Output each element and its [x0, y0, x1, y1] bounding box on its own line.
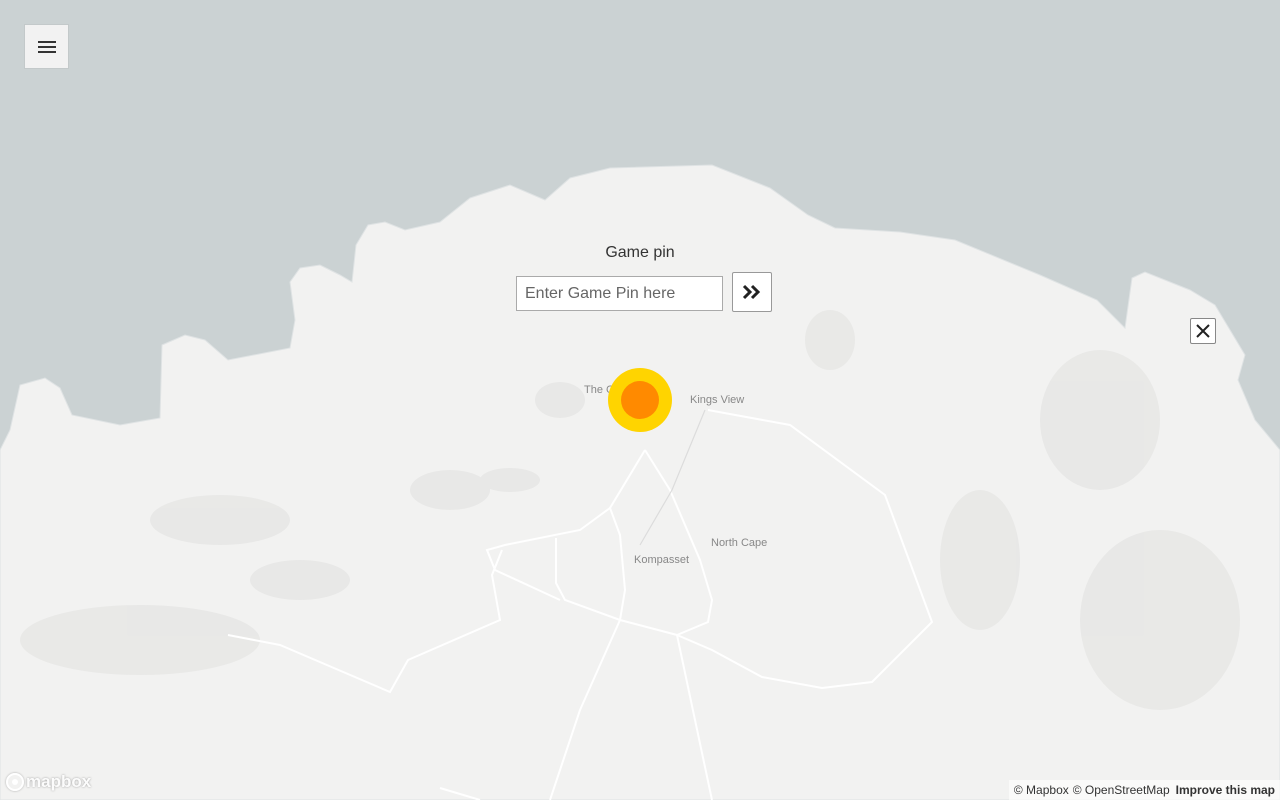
game-pin-input[interactable]: [516, 276, 723, 311]
game-pin-title: Game pin: [605, 244, 675, 261]
close-icon: [1196, 324, 1210, 338]
map-label-kings-view: Kings View: [690, 394, 745, 406]
location-marker-core: [621, 381, 659, 419]
map-label-north-cape: North Cape: [711, 537, 768, 549]
mapbox-attribution-link[interactable]: © Mapbox: [1014, 783, 1069, 797]
game-pin-panel: Game pin: [500, 240, 790, 320]
hamburger-menu-icon: [37, 38, 56, 56]
location-marker[interactable]: [608, 368, 672, 432]
mapbox-logo-icon: [6, 773, 24, 791]
map-attribution: © Mapbox © OpenStreetMap Improve this ma…: [1008, 780, 1280, 800]
improve-map-link[interactable]: Improve this map: [1176, 783, 1275, 797]
double-chevron-right-icon: [742, 284, 761, 300]
osm-attribution-link[interactable]: © OpenStreetMap: [1073, 783, 1170, 797]
menu-button[interactable]: [25, 25, 68, 68]
mapbox-logo-text: mapbox: [26, 772, 92, 791]
mapbox-logo[interactable]: mapbox: [6, 772, 91, 792]
map-label-kompasset: Kompasset: [634, 554, 690, 566]
game-pin-submit-button[interactable]: [732, 272, 772, 312]
close-button[interactable]: [1190, 318, 1216, 344]
